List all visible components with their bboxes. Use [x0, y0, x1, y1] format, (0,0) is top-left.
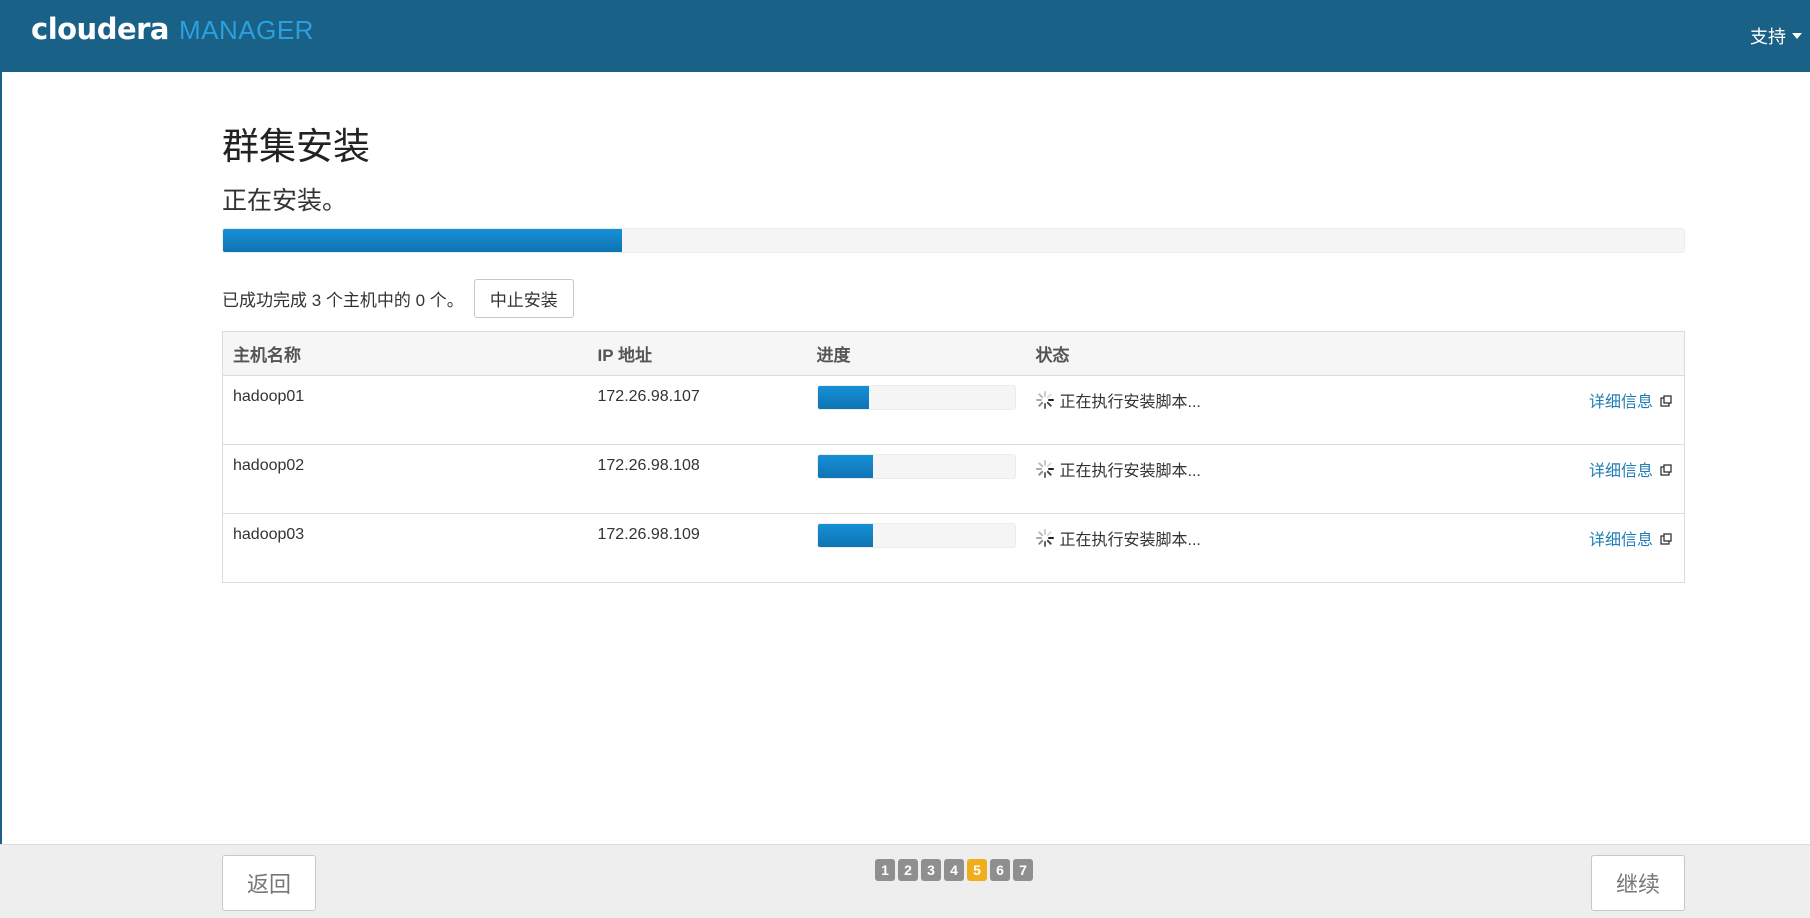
wizard-step-5[interactable]: 5	[967, 859, 987, 881]
host-progress-bar	[816, 385, 1016, 410]
completion-summary: 已成功完成 3 个主机中的 0 个。	[222, 290, 464, 310]
host-status-cell: 正在执行安装脚本...	[1025, 513, 1446, 583]
host-actions-cell: 详细信息	[1445, 444, 1685, 514]
spinner-icon	[1035, 460, 1054, 478]
column-header-progress: 进度	[806, 331, 1026, 376]
install-status-heading: 正在安装。	[222, 187, 348, 215]
caret-down-icon	[1792, 33, 1802, 39]
left-border	[0, 72, 2, 844]
table-row: hadoop02 172.26.98.108 正在执行安装脚本... 详细信息	[222, 444, 1685, 514]
column-header-hostname: 主机名称	[222, 331, 588, 376]
details-link-label: 详细信息	[1588, 394, 1653, 411]
continue-button[interactable]: 继续	[1591, 855, 1685, 911]
external-link-icon	[1660, 532, 1672, 545]
details-link-label: 详细信息	[1588, 463, 1653, 480]
host-status: 正在执行安装脚本...	[1059, 394, 1201, 411]
host-name: hadoop01	[222, 375, 588, 445]
details-link[interactable]: 详细信息	[1589, 388, 1672, 412]
details-link-label: 详细信息	[1588, 532, 1653, 549]
spinner-icon	[1035, 391, 1054, 409]
wizard-step-1[interactable]: 1	[875, 859, 895, 881]
host-progress-fill	[817, 386, 869, 409]
wizard-step-3[interactable]: 3	[921, 859, 941, 881]
host-ip: 172.26.98.108	[587, 444, 807, 514]
external-link-icon	[1660, 394, 1672, 407]
host-progress-cell	[806, 444, 1026, 514]
host-progress-fill	[817, 524, 873, 547]
host-name: hadoop03	[222, 513, 588, 583]
host-name: hadoop02	[222, 444, 588, 514]
abort-install-button[interactable]: 中止安装	[473, 278, 574, 318]
wizard-step-7[interactable]: 7	[1013, 859, 1033, 881]
host-actions-cell: 详细信息	[1445, 513, 1685, 583]
wizard-footer: 返回 1234567 继续	[0, 844, 1810, 918]
table-row: hadoop03 172.26.98.109 正在执行安装脚本... 详细信息	[222, 513, 1685, 583]
table-header-row: 主机名称 IP 地址 进度 状态	[222, 331, 1685, 376]
wizard-step-2[interactable]: 2	[898, 859, 918, 881]
spinner-icon	[1035, 529, 1054, 547]
host-ip: 172.26.98.107	[587, 375, 807, 445]
wizard-step-6[interactable]: 6	[990, 859, 1010, 881]
support-menu[interactable]: 支持	[1750, 22, 1802, 50]
logo-brand: cloudera	[31, 12, 170, 46]
column-header-status: 状态	[1025, 331, 1446, 376]
host-status: 正在执行安装脚本...	[1059, 463, 1201, 480]
details-link[interactable]: 详细信息	[1589, 526, 1672, 550]
host-progress-cell	[806, 375, 1026, 445]
host-status-cell: 正在执行安装脚本...	[1025, 444, 1446, 514]
host-progress-fill	[817, 455, 873, 478]
cloudera-manager-logo[interactable]: cloudera MANAGER	[31, 12, 314, 56]
external-link-icon	[1660, 463, 1672, 476]
table-row: hadoop01 172.26.98.107 正在执行安装脚本... 详细信息	[222, 375, 1685, 445]
hosts-table: 主机名称 IP 地址 进度 状态 hadoop01 172.26.98.107 正在…	[222, 331, 1685, 583]
top-navbar: cloudera MANAGER 支持	[0, 0, 1810, 72]
wizard-step-4[interactable]: 4	[944, 859, 964, 881]
overall-progress-bar	[222, 228, 1685, 253]
logo-product: MANAGER	[179, 15, 314, 45]
host-ip: 172.26.98.109	[587, 513, 807, 583]
host-progress-bar	[816, 523, 1016, 548]
host-status: 正在执行安装脚本...	[1059, 532, 1201, 549]
column-header-ip: IP 地址	[587, 331, 807, 376]
wizard-step-indicator: 1234567	[875, 859, 1033, 881]
column-header-actions	[1445, 331, 1685, 376]
host-progress-cell	[806, 513, 1026, 583]
host-progress-bar	[816, 454, 1016, 479]
page-title: 群集安装	[222, 126, 370, 167]
overall-progress-fill	[223, 229, 622, 252]
support-menu-label: 支持	[1750, 27, 1786, 47]
host-status-cell: 正在执行安装脚本...	[1025, 375, 1446, 445]
details-link[interactable]: 详细信息	[1589, 457, 1672, 481]
back-button[interactable]: 返回	[222, 855, 316, 911]
summary-row: 已成功完成 3 个主机中的 0 个。 中止安装	[222, 278, 574, 318]
host-actions-cell: 详细信息	[1445, 375, 1685, 445]
